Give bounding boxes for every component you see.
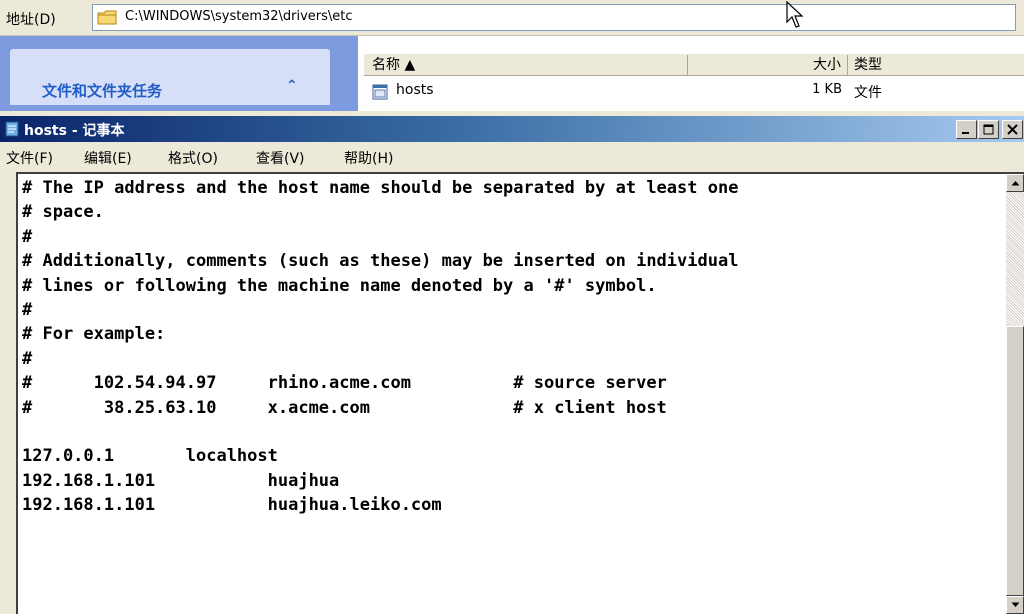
column-header-type[interactable]: 类型 xyxy=(848,55,1024,75)
file-type: 文件 xyxy=(854,85,882,101)
address-path: C:\WINDOWS\system32\drivers\etc xyxy=(125,9,353,24)
minimize-button[interactable] xyxy=(956,120,977,139)
task-pane-title: 文件和文件夹任务 xyxy=(42,82,163,100)
vertical-scrollbar[interactable] xyxy=(1006,174,1024,614)
address-bar: 地址(D) C:\WINDOWS\system32\drivers\etc xyxy=(0,0,1024,36)
file-size: 1 KB xyxy=(812,82,842,97)
mouse-cursor-icon xyxy=(786,1,804,28)
hosts-file-icon xyxy=(372,84,388,100)
collapse-chevron-icon[interactable]: ⌃ xyxy=(286,78,298,94)
minimize-icon xyxy=(962,132,969,134)
menu-view[interactable]: 查看(V) xyxy=(256,148,305,168)
column-header-name[interactable]: 名称 ▲ xyxy=(364,55,688,75)
scroll-down-button[interactable] xyxy=(1006,596,1024,614)
notepad-menubar: 文件(F) 编辑(E) 格式(O) 查看(V) 帮助(H) xyxy=(0,144,1024,168)
notepad-window: hosts - 记事本 文件(F) 编辑(E) 格式(O) 查看(V) 帮助(H… xyxy=(0,116,1024,614)
menu-format[interactable]: 格式(O) xyxy=(168,148,218,168)
file-list-header: 名称 ▲ 大小 类型 xyxy=(364,54,1024,76)
scroll-up-arrow-icon xyxy=(1011,181,1020,186)
hosts-file-content[interactable]: # The IP address and the host name shoul… xyxy=(22,176,982,606)
notepad-editor[interactable]: # The IP address and the host name shoul… xyxy=(16,172,1024,614)
menu-file[interactable]: 文件(F) xyxy=(6,148,53,168)
notepad-titlebar[interactable]: hosts - 记事本 xyxy=(0,116,1024,142)
address-input[interactable]: C:\WINDOWS\system32\drivers\etc xyxy=(92,4,1016,31)
scrollbar-track[interactable] xyxy=(1006,192,1024,326)
close-icon xyxy=(1007,124,1018,135)
task-pane: 文件和文件夹任务 ⌃ xyxy=(0,36,358,111)
notepad-title: hosts - 记事本 xyxy=(24,123,125,139)
address-label[interactable]: 地址(D) xyxy=(6,9,56,29)
menu-help[interactable]: 帮助(H) xyxy=(344,148,393,168)
maximize-icon xyxy=(983,124,994,135)
file-name: hosts xyxy=(396,82,434,98)
explorer-content: 文件和文件夹任务 ⌃ 名称 ▲ 大小 类型 hosts 1 KB 文件 xyxy=(0,36,1024,111)
close-button[interactable] xyxy=(1002,120,1023,139)
scroll-down-arrow-icon xyxy=(1011,602,1020,607)
folder-icon xyxy=(97,10,117,25)
scroll-up-button[interactable] xyxy=(1006,174,1024,192)
notepad-icon xyxy=(5,121,19,137)
scrollbar-thumb[interactable] xyxy=(1006,326,1024,596)
column-header-size[interactable]: 大小 xyxy=(688,55,848,75)
file-row-hosts[interactable]: hosts 1 KB 文件 xyxy=(364,82,1024,104)
maximize-button[interactable] xyxy=(978,120,999,139)
menu-edit[interactable]: 编辑(E) xyxy=(84,148,132,168)
